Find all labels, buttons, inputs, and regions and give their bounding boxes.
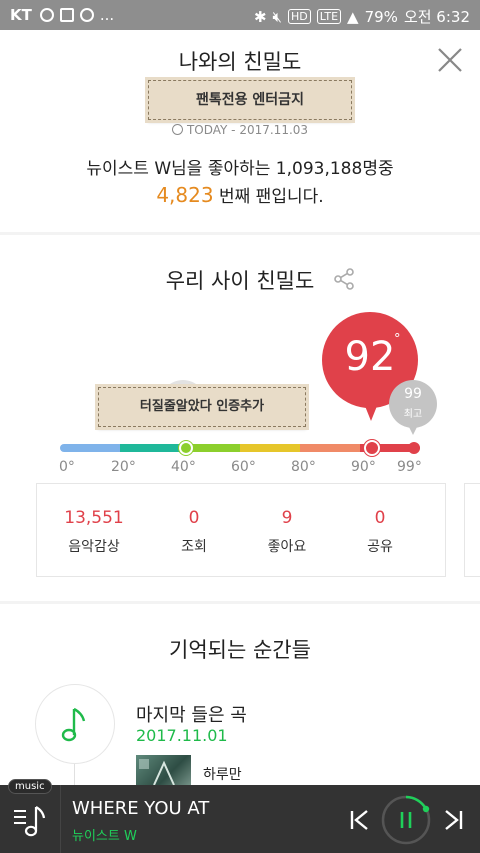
moment-title: 마지막 들은 곡 [136, 705, 247, 726]
now-playing-artist: 뉴이스트 W [72, 829, 137, 844]
today-label: TODAY - 2017.11.03 [186, 123, 309, 137]
mute-icon: 🔇︎ [272, 7, 282, 26]
stat-value: 13,551 [64, 508, 124, 528]
score-value: 92 [344, 334, 396, 380]
bluetooth-icon: ✱ [253, 7, 267, 26]
status-bar: KT ... ✱ 🔇︎ HD LTE ▲ 79% 오전 6:32 [0, 0, 480, 30]
max-score-marker [408, 442, 420, 454]
current-score-marker [364, 440, 380, 456]
battery-percent: 79% [364, 7, 398, 26]
music-note-icon [61, 707, 86, 742]
tick-label: 20° [111, 459, 136, 475]
share-icon[interactable] [332, 267, 356, 291]
music-tab-label: music [8, 779, 52, 794]
tick-label: 80° [291, 459, 316, 475]
scale-segment-60 [240, 444, 300, 452]
hd-icon: HD [288, 9, 311, 24]
max-score-tail [408, 425, 418, 435]
fan-rank-number: 4,823 [156, 183, 214, 207]
moment-date: 2017.11.01 [136, 726, 228, 745]
carrier-label: KT [10, 6, 32, 24]
scale-segment-20 [120, 444, 180, 452]
fan-count-text: 뉴이스트 W님을 좋아하는 1,093,188명중 [86, 159, 394, 179]
previous-score-marker [179, 441, 193, 455]
close-icon[interactable] [436, 46, 464, 74]
stat-label: 조회 [181, 539, 207, 555]
today-date: TODAY - 2017.11.03 [0, 123, 480, 137]
intimacy-title: 우리 사이 친밀도 [165, 269, 315, 293]
gallery-icon [59, 8, 74, 22]
network-label: LTE [316, 9, 342, 24]
next-track-icon[interactable] [444, 809, 464, 831]
status-left: KT ... [10, 6, 114, 24]
moments-title: 기억되는 순간들 [169, 638, 311, 662]
intimacy-card: 우리 사이 친밀도 92 ° 99 최고 터질줄알았다 인증추가 0° 20° … [0, 235, 480, 601]
stat-views: 0 조회 [149, 508, 239, 556]
max-score-value: 99 [404, 386, 422, 402]
stat-label: 공유 [367, 539, 393, 555]
status-time: 오전 6:32 [403, 8, 470, 26]
stat-label: 좋아요 [267, 539, 307, 555]
music-app-icon [79, 8, 94, 22]
max-score-label: 최고 [403, 409, 423, 420]
stat-value: 9 [281, 508, 293, 528]
fan-badge-ribbon: 팬톡전용 엔터금지 [145, 77, 371, 123]
tick-label: 40° [171, 459, 196, 475]
moment-song[interactable]: 하루만 [203, 764, 242, 784]
stat-shares: 0 공유 [335, 508, 425, 556]
next-stats-panel-peek[interactable] [464, 483, 480, 577]
score-bubble-tail [363, 401, 379, 421]
scale-segment-0 [60, 444, 120, 452]
stat-value: 0 [374, 508, 386, 528]
clock-icon [171, 124, 183, 135]
stat-likes: 9 좋아요 [242, 508, 332, 556]
fan-rank-card: 팬톡전용 엔터금지 TODAY - 2017.11.03 뉴이스트 W님을 좋아… [0, 77, 480, 232]
stats-panel: 13,551 음악감상 0 조회 9 좋아요 0 공유 [36, 483, 446, 577]
mini-player[interactable]: WHERE YOU AT 뉴이스트 W [0, 785, 480, 853]
now-playing-title[interactable]: WHERE YOU AT [72, 798, 209, 819]
certification-ribbon[interactable]: 터질줄알았다 인증추가 [95, 384, 325, 430]
fan-rank-suffix: 번째 팬입니다. [213, 187, 324, 207]
max-score-bubble: 99 최고 [389, 380, 437, 428]
tick-label: 60° [231, 459, 256, 475]
player-divider [60, 785, 61, 853]
pause-button[interactable] [381, 795, 431, 845]
signal-icon: ▲ [347, 7, 359, 26]
tick-label: 0° [59, 459, 75, 475]
fan-rank-text: 4,823 번째 팬입니다. [0, 182, 480, 207]
more-notifications: ... [99, 6, 115, 24]
moments-card: 기억되는 순간들 마지막 들은 곡 2017.11.01 하루만 [0, 604, 480, 814]
scale-segment-80 [300, 444, 360, 452]
page-title: 나와의 친밀도 [178, 50, 302, 74]
tick-label: 99° [397, 459, 422, 475]
previous-track-icon[interactable] [349, 809, 369, 831]
stat-value: 0 [188, 508, 200, 528]
playlist-icon[interactable] [12, 803, 48, 839]
score-degree: ° [394, 332, 401, 347]
status-right: ✱ 🔇︎ HD LTE ▲ 79% 오전 6:32 [254, 6, 470, 27]
play-store-icon [39, 8, 54, 22]
stat-label: 음악감상 [68, 539, 120, 555]
stat-listen: 13,551 음악감상 [49, 508, 139, 556]
tick-label: 90° [351, 459, 376, 475]
